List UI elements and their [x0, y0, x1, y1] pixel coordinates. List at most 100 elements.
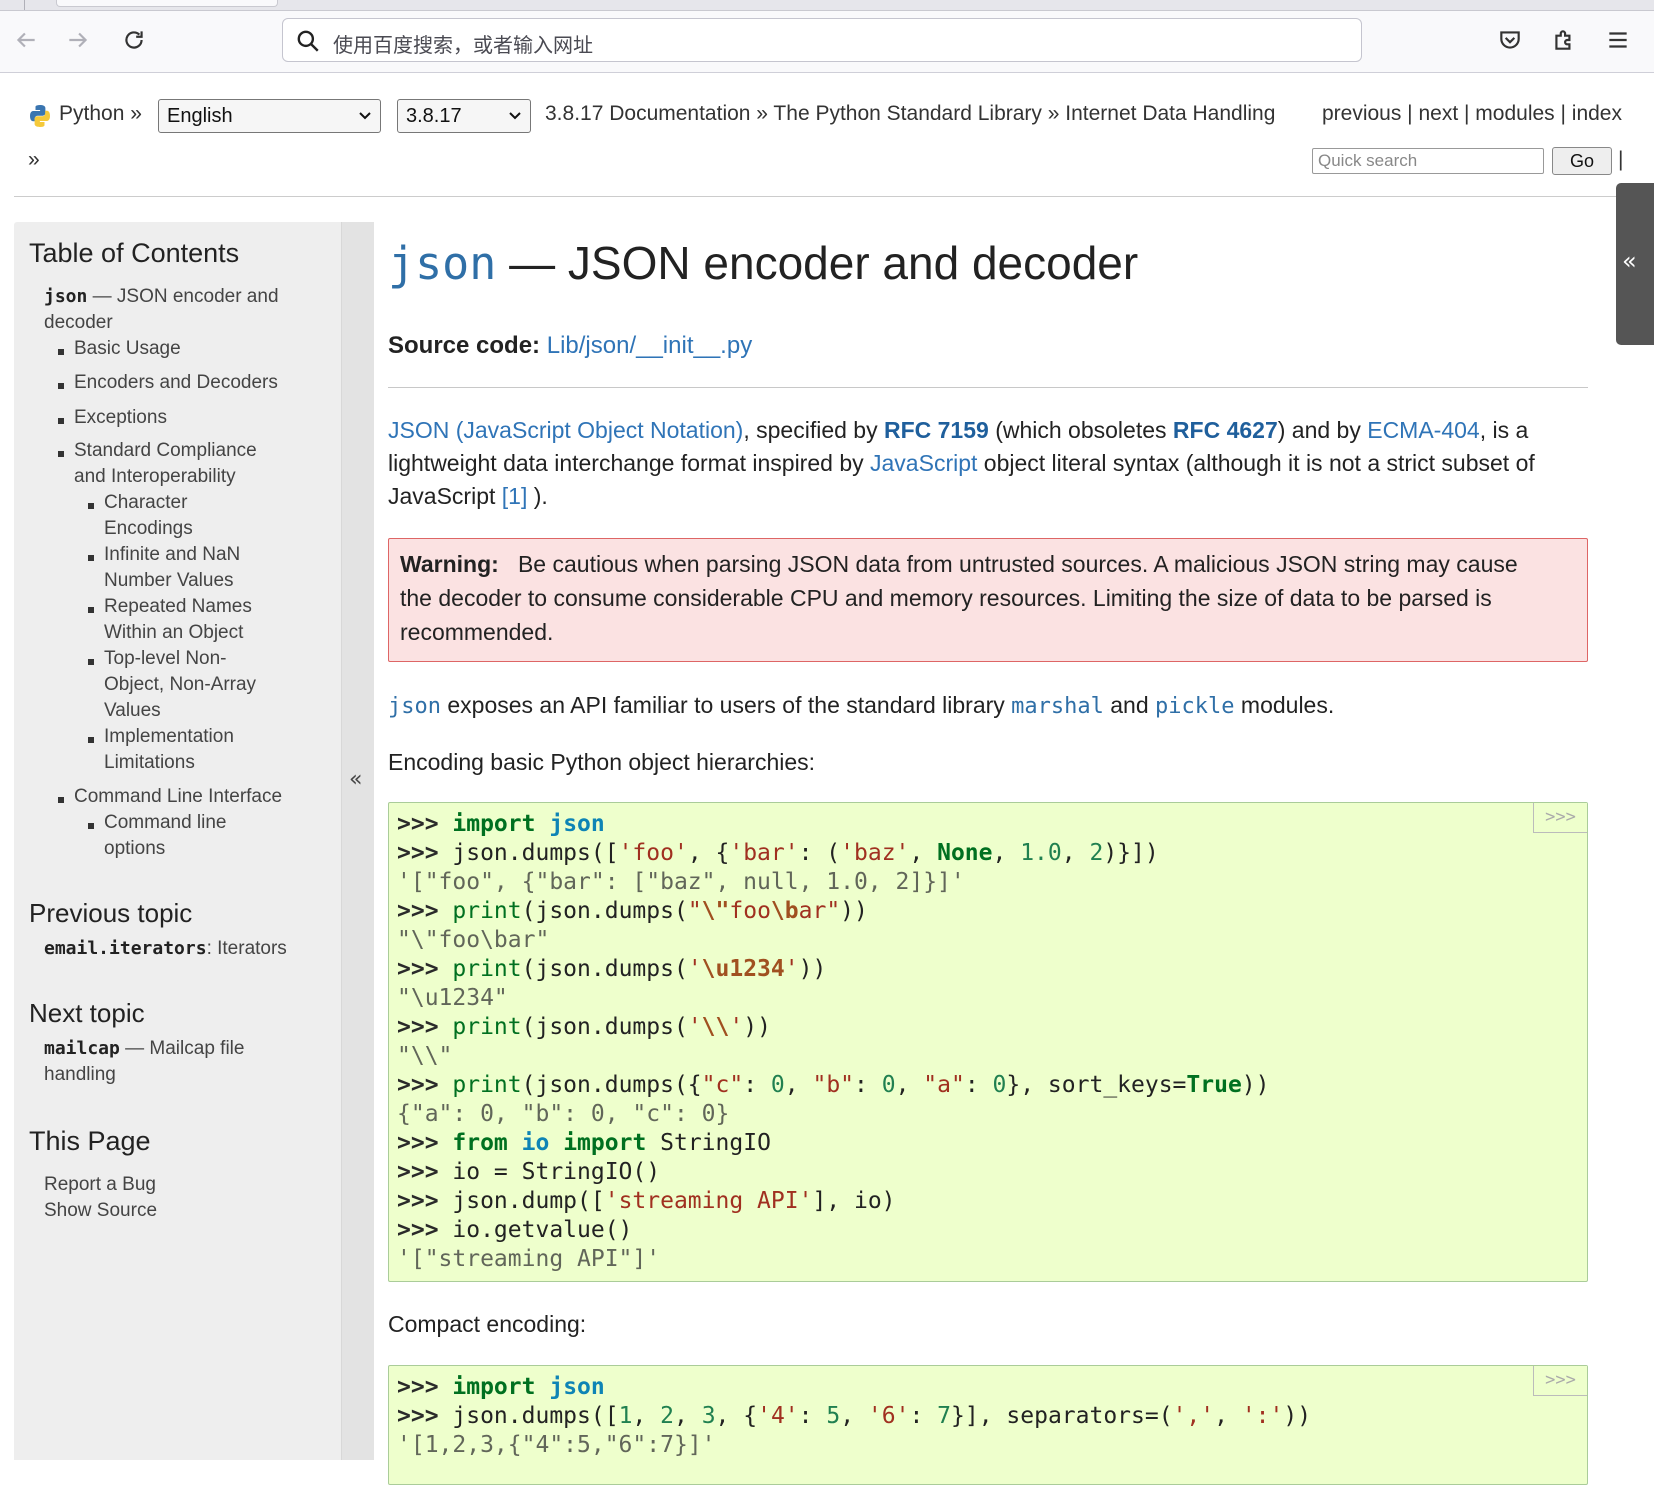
- breadcrumb[interactable]: 3.8.17 Documentation » The Python Standa…: [545, 102, 1275, 126]
- go-button[interactable]: Go: [1552, 147, 1612, 175]
- python-home-link[interactable]: Python »: [59, 102, 142, 126]
- intro-text: lightweight data interchange format insp…: [388, 450, 871, 476]
- code-line: >>> import json: [397, 1374, 605, 1400]
- hamburger-icon: [1609, 32, 1627, 48]
- back-button[interactable]: [8, 22, 44, 58]
- rfc7159-link[interactable]: RFC 7159: [884, 417, 989, 443]
- bullet: [88, 555, 94, 561]
- report-bug-link[interactable]: Report a Bug: [44, 1172, 156, 1198]
- api-paragraph: json exposes an API familiar to users of…: [388, 688, 1334, 724]
- next-topic-text-2[interactable]: handling: [44, 1062, 116, 1088]
- bullet: [58, 418, 64, 424]
- toc-root-text-2[interactable]: decoder: [44, 310, 113, 336]
- code-output: {"a": 0, "b": 0, "c": 0}: [397, 1101, 730, 1127]
- toc-item-top-level-3[interactable]: Values: [104, 698, 161, 724]
- code-output: '[1,2,3,{"4":5,"6":7}]': [397, 1432, 716, 1458]
- json-link[interactable]: JSON (JavaScript Object Notation): [388, 417, 743, 443]
- language-select-value: English: [167, 105, 233, 127]
- footnote-link[interactable]: [1]: [502, 483, 528, 509]
- extensions-button[interactable]: [1546, 22, 1582, 58]
- code-output: "\u1234": [397, 985, 508, 1011]
- toc-item-infinite-nan[interactable]: Infinite and NaN: [104, 542, 240, 568]
- bullet: [88, 823, 94, 829]
- next-topic-heading: Next topic: [29, 998, 145, 1028]
- toc-item-repeated-names-2[interactable]: Within an Object: [104, 620, 243, 646]
- api-text: modules.: [1234, 692, 1335, 718]
- chevron-down-icon: [509, 112, 521, 120]
- forward-button[interactable]: [60, 22, 96, 58]
- rfc4627-link[interactable]: RFC 4627: [1173, 417, 1278, 443]
- previous-topic-text: : Iterators: [206, 938, 287, 959]
- bullet: [58, 383, 64, 389]
- code-line: >>> io.getvalue(): [397, 1217, 633, 1243]
- toc-item-cli-options[interactable]: Command line: [104, 810, 227, 836]
- copy-prompt-button[interactable]: >>>: [1533, 803, 1587, 833]
- warning-box: Warning: Be cautious when parsing JSON d…: [388, 538, 1588, 662]
- marshal-link[interactable]: marshal: [1011, 694, 1104, 719]
- bullet: [58, 349, 64, 355]
- active-tab[interactable]: [56, 0, 278, 7]
- toc-item-infinite-nan-2[interactable]: Number Values: [104, 568, 234, 594]
- warning-line-3: recommended.: [400, 619, 554, 645]
- copy-prompt-button[interactable]: >>>: [1533, 1366, 1587, 1396]
- version-select[interactable]: 3.8.17: [397, 99, 531, 133]
- breadcrumb-raquo: »: [28, 148, 40, 171]
- toc-item-compliance-2[interactable]: and Interoperability: [74, 464, 236, 490]
- address-bar[interactable]: 使用百度搜索，或者输入网址: [282, 18, 1362, 62]
- sidebar-collapse-button[interactable]: «: [341, 222, 374, 1460]
- toc-item-cli[interactable]: Command Line Interface: [74, 784, 282, 810]
- previous-topic-link[interactable]: email.iterators: Iterators: [44, 936, 287, 962]
- code-output: "\\": [397, 1043, 453, 1069]
- intro-text: object literal syntax (although it is no…: [977, 450, 1535, 476]
- javascript-link[interactable]: JavaScript: [870, 450, 977, 476]
- ecma404-link[interactable]: ECMA-404: [1367, 417, 1479, 443]
- toc-item-char-encodings[interactable]: Character: [104, 490, 187, 516]
- toc-item-top-level[interactable]: Top-level Non-: [104, 646, 227, 672]
- toc-root-link[interactable]: json — JSON encoder and: [44, 284, 279, 310]
- toc-item-char-encodings-2[interactable]: Encodings: [104, 516, 193, 542]
- toc-heading: Table of Contents: [29, 238, 240, 268]
- toc-item-exceptions[interactable]: Exceptions: [74, 405, 167, 431]
- reload-button[interactable]: [116, 22, 152, 58]
- version-select-value: 3.8.17: [406, 105, 462, 127]
- quick-search-input[interactable]: Quick search: [1312, 148, 1544, 174]
- pocket-icon: [1500, 31, 1520, 49]
- toc-item-encoders[interactable]: Encoders and Decoders: [74, 370, 278, 396]
- toc-item-cli-options-2[interactable]: options: [104, 836, 165, 862]
- next-topic-link[interactable]: mailcap — Mailcap file: [44, 1036, 244, 1062]
- api-text: and: [1103, 692, 1156, 718]
- toc-item-top-level-2[interactable]: Object, Non-Array: [104, 672, 256, 698]
- expand-panel-button[interactable]: «: [1616, 183, 1654, 345]
- toc-item-compliance[interactable]: Standard Compliance: [74, 438, 257, 464]
- code-output: '["foo", {"bar": ["baz", null, 1.0, 2]}]…: [397, 869, 965, 895]
- page-title-code: json: [388, 237, 497, 290]
- json-module-link[interactable]: json: [388, 694, 441, 719]
- chevron-down-icon: [359, 112, 371, 120]
- toc-root-text: — JSON encoder and: [87, 286, 279, 307]
- toc-item-basic-usage[interactable]: Basic Usage: [74, 336, 181, 362]
- tab-separator: [24, 0, 25, 10]
- address-placeholder: 使用百度搜索，或者输入网址: [333, 33, 593, 57]
- code-line: >>> import json: [397, 811, 605, 837]
- toc-item-implementation[interactable]: Implementation: [104, 724, 234, 750]
- python-logo-icon: [30, 105, 50, 127]
- code-output: '["streaming API"]': [397, 1246, 661, 1272]
- menu-button[interactable]: [1600, 22, 1636, 58]
- intro-text: JavaScript: [388, 483, 502, 509]
- toc-item-repeated-names[interactable]: Repeated Names: [104, 594, 252, 620]
- nav-separator: |: [1618, 148, 1624, 171]
- pickle-link[interactable]: pickle: [1155, 694, 1234, 719]
- pocket-button[interactable]: [1492, 22, 1528, 58]
- show-source-link[interactable]: Show Source: [44, 1198, 157, 1224]
- toc-item-implementation-2[interactable]: Limitations: [104, 750, 195, 776]
- intro-text: ) and by: [1277, 417, 1368, 443]
- nav-links[interactable]: previous | next | modules | index: [1322, 102, 1622, 126]
- language-select[interactable]: English: [158, 99, 381, 133]
- this-page-heading: This Page: [29, 1126, 151, 1156]
- intro-text: (which obsoletes: [988, 417, 1173, 443]
- source-link[interactable]: Lib/json/__init__.py: [547, 332, 752, 359]
- tab-strip: [0, 0, 1654, 11]
- arrow-left-icon: [16, 32, 35, 48]
- next-topic-code: mailcap: [44, 1038, 120, 1059]
- code-line: >>> print(json.dumps('\u1234')): [397, 956, 827, 982]
